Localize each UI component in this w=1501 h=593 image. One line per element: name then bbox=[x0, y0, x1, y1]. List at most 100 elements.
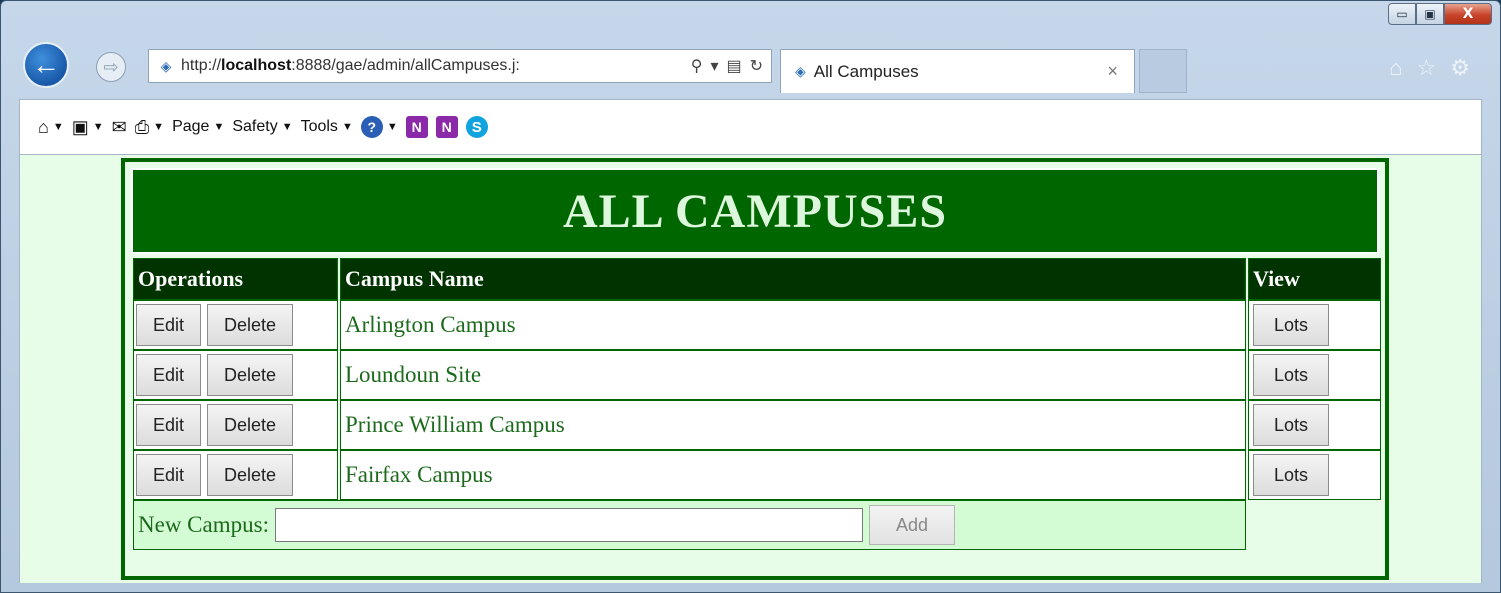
skype-button[interactable]: S bbox=[465, 116, 488, 138]
empty-cell bbox=[1248, 500, 1381, 550]
mail-icon: ✉ bbox=[111, 116, 127, 137]
rss-feed-icon: ▣ bbox=[71, 116, 89, 137]
compatibility-view-icon[interactable]: ▤ bbox=[726, 56, 741, 76]
operations-cell: Edit Delete bbox=[133, 400, 338, 450]
close-button[interactable]: X bbox=[1444, 3, 1492, 25]
operations-cell: Edit Delete bbox=[133, 300, 338, 350]
view-cell: Lots bbox=[1248, 400, 1381, 450]
page-title: ALL CAMPUSES bbox=[131, 168, 1379, 254]
tab-title: All Campuses bbox=[813, 61, 919, 81]
help-menu[interactable]: ? ▼ bbox=[360, 116, 398, 138]
home-icon: ⌂ bbox=[38, 116, 49, 137]
command-bar: ⌂ ▼ ▣ ▼ ✉ ⎙ ▼ Page ▼ Safety ▼ Tools ▼ ? ▼ N N S bbox=[19, 99, 1482, 155]
onenote-icon: N bbox=[405, 116, 428, 138]
table-row: Edit Delete Prince William Campus Lots bbox=[133, 400, 1381, 450]
forward-button[interactable]: ⇨ bbox=[96, 52, 126, 82]
address-bar[interactable]: ◈ http://localhost:8888/gae/admin/allCam… bbox=[148, 49, 772, 83]
operations-cell: Edit Delete bbox=[133, 350, 338, 400]
browser-window: ▭ ▣ X ← ⇨ ◈ http://localhost:8888/gae/ad… bbox=[0, 0, 1501, 593]
lots-button[interactable]: Lots bbox=[1253, 404, 1330, 446]
safety-menu[interactable]: Safety ▼ bbox=[232, 118, 292, 136]
delete-button[interactable]: Delete bbox=[207, 354, 294, 396]
lots-button[interactable]: Lots bbox=[1253, 304, 1330, 346]
lots-button[interactable]: Lots bbox=[1253, 454, 1330, 496]
page-frame: ALL CAMPUSES Operations Campus Name View… bbox=[121, 158, 1389, 580]
safety-menu-label: Safety bbox=[232, 118, 278, 135]
page-viewport: ALL CAMPUSES Operations Campus Name View… bbox=[19, 155, 1482, 583]
feeds-menu[interactable]: ▣ ▼ bbox=[72, 117, 104, 138]
tools-menu[interactable]: Tools ▼ bbox=[301, 118, 353, 136]
table-row: Edit Delete Loundoun Site Lots bbox=[133, 350, 1381, 400]
new-campus-cell: New Campus: Add bbox=[133, 500, 1246, 550]
campuses-table: Operations Campus Name View Edit Delete A… bbox=[131, 258, 1383, 550]
browser-right-icons: ⌂ ☆ ⚙ bbox=[1389, 55, 1470, 81]
url-prefix: http:// bbox=[181, 57, 222, 74]
new-campus-row: New Campus: Add bbox=[133, 500, 1381, 550]
tools-menu-label: Tools bbox=[300, 118, 338, 135]
home-icon[interactable]: ⌂ bbox=[1389, 55, 1402, 81]
search-icon[interactable]: ⚲ bbox=[691, 56, 703, 76]
edit-button[interactable]: Edit bbox=[136, 304, 202, 346]
onenote-button[interactable]: N bbox=[405, 116, 428, 138]
site-favicon-icon: ◈ bbox=[160, 57, 172, 74]
navigation-row: ← ⇨ ◈ http://localhost:8888/gae/admin/al… bbox=[1, 41, 1500, 99]
add-button[interactable]: Add bbox=[868, 505, 955, 545]
campus-name-cell: Arlington Campus bbox=[340, 300, 1246, 350]
tab-all-campuses[interactable]: ◈ All Campuses × bbox=[780, 49, 1135, 93]
refresh-icon[interactable]: ↻ bbox=[750, 56, 763, 76]
delete-button[interactable]: Delete bbox=[207, 304, 294, 346]
view-cell: Lots bbox=[1248, 350, 1381, 400]
home-menu[interactable]: ⌂ ▼ bbox=[38, 117, 64, 138]
page-menu[interactable]: Page ▼ bbox=[172, 118, 224, 136]
url-host: localhost bbox=[221, 57, 292, 74]
onenote-linked-button[interactable]: N bbox=[435, 116, 458, 138]
address-bar-icons: ⚲ ▾ ▤ ↻ bbox=[691, 56, 771, 76]
url-path: :8888/gae/admin/allCampuses.j: bbox=[291, 57, 520, 74]
lots-button[interactable]: Lots bbox=[1253, 354, 1330, 396]
delete-button[interactable]: Delete bbox=[207, 454, 294, 496]
column-header-operations: Operations bbox=[133, 258, 338, 300]
caret-down-icon: ▼ bbox=[386, 121, 398, 133]
favorites-star-icon[interactable]: ☆ bbox=[1417, 55, 1437, 81]
print-menu[interactable]: ⎙ ▼ bbox=[135, 117, 164, 138]
new-tab-button[interactable] bbox=[1139, 49, 1187, 93]
view-cell: Lots bbox=[1248, 300, 1381, 350]
caret-down-icon: ▼ bbox=[52, 121, 64, 133]
new-campus-label: New Campus: bbox=[138, 512, 269, 537]
url-text[interactable]: http://localhost:8888/gae/admin/allCampu… bbox=[181, 57, 691, 75]
help-icon: ? bbox=[360, 116, 383, 138]
settings-gear-icon[interactable]: ⚙ bbox=[1450, 55, 1470, 81]
table-row: Edit Delete Arlington Campus Lots bbox=[133, 300, 1381, 350]
caret-down-icon: ▼ bbox=[92, 121, 104, 133]
minimize-button[interactable]: ▭ bbox=[1388, 3, 1416, 25]
table-row: Edit Delete Fairfax Campus Lots bbox=[133, 450, 1381, 500]
onenote-linked-icon: N bbox=[435, 116, 458, 138]
skype-icon: S bbox=[465, 116, 488, 138]
caret-down-icon: ▼ bbox=[213, 121, 225, 133]
caret-down-icon: ▼ bbox=[341, 121, 353, 133]
caret-down-icon: ▼ bbox=[153, 121, 165, 133]
back-arrow-icon: ← bbox=[32, 49, 60, 80]
edit-button[interactable]: Edit bbox=[136, 354, 202, 396]
back-button[interactable]: ← bbox=[23, 42, 69, 88]
caret-down-icon: ▼ bbox=[281, 121, 293, 133]
new-campus-input[interactable] bbox=[274, 508, 863, 542]
campus-name-cell: Prince William Campus bbox=[340, 400, 1246, 450]
page-menu-label: Page bbox=[172, 118, 210, 135]
edit-button[interactable]: Edit bbox=[136, 404, 202, 446]
column-header-campus-name: Campus Name bbox=[340, 258, 1246, 300]
campus-name-cell: Fairfax Campus bbox=[340, 450, 1246, 500]
tab-close-icon[interactable]: × bbox=[1107, 61, 1118, 82]
dropdown-caret-icon[interactable]: ▾ bbox=[710, 56, 718, 76]
forward-arrow-icon: ⇨ bbox=[103, 56, 119, 77]
operations-cell: Edit Delete bbox=[133, 450, 338, 500]
view-cell: Lots bbox=[1248, 450, 1381, 500]
campus-name-cell: Loundoun Site bbox=[340, 350, 1246, 400]
maximize-button[interactable]: ▣ bbox=[1416, 3, 1444, 25]
mail-button[interactable]: ✉ bbox=[112, 117, 127, 138]
edit-button[interactable]: Edit bbox=[136, 454, 202, 496]
column-header-view: View bbox=[1248, 258, 1381, 300]
window-controls: ▭ ▣ X bbox=[1388, 3, 1492, 25]
delete-button[interactable]: Delete bbox=[207, 404, 294, 446]
printer-icon: ⎙ bbox=[134, 116, 150, 137]
